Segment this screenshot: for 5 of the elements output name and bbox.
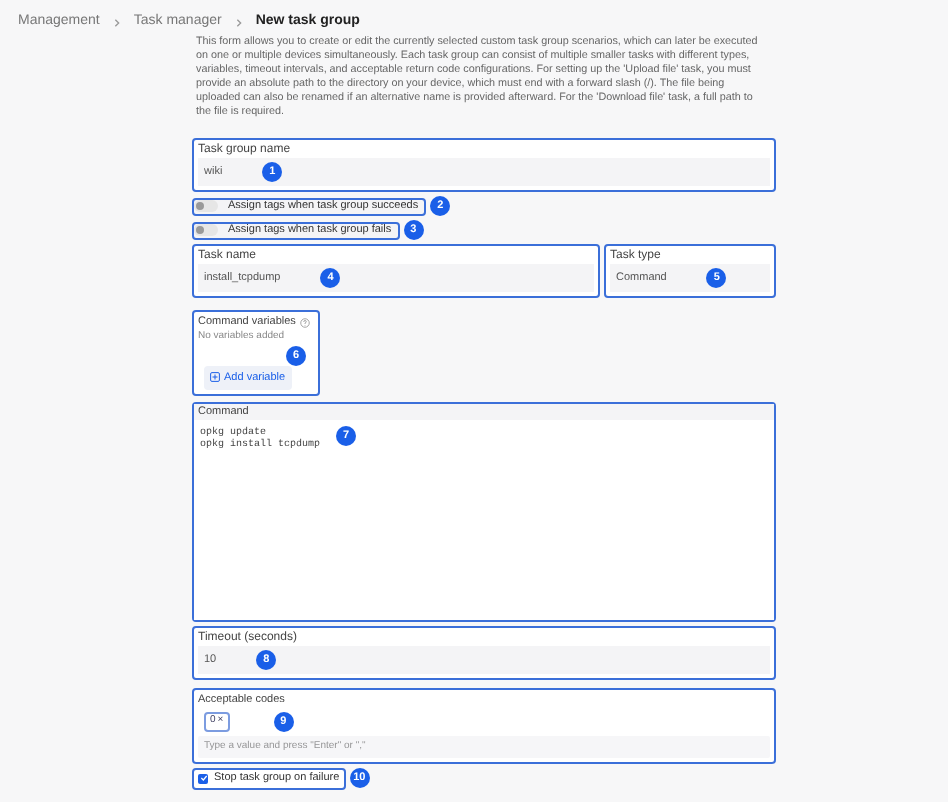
help-icon[interactable] bbox=[299, 317, 310, 328]
plus-icon bbox=[210, 372, 220, 383]
checkbox[interactable] bbox=[198, 773, 208, 784]
chevron-icon bbox=[233, 17, 244, 27]
chevron-icon bbox=[111, 17, 122, 27]
